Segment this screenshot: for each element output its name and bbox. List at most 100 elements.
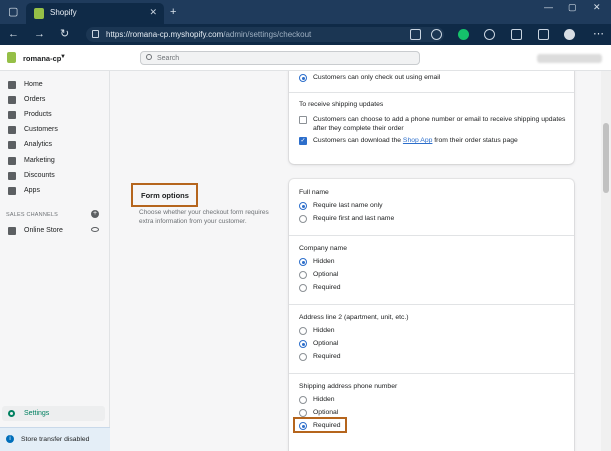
- radio-button[interactable]: [299, 74, 307, 82]
- store-transfer-banner: i Store transfer disabled: [0, 427, 110, 451]
- window-close-icon[interactable]: ✕: [593, 2, 601, 13]
- new-tab-icon[interactable]: +: [170, 5, 176, 19]
- form-options-highlight: Form options: [131, 183, 198, 207]
- option-label: Require last name only: [313, 202, 383, 209]
- option-label: Optional: [313, 271, 339, 278]
- chevron-down-icon[interactable]: ▼: [60, 54, 66, 60]
- option-label: Required: [313, 353, 341, 360]
- divider: [289, 92, 574, 93]
- favorite-icon[interactable]: [431, 29, 442, 40]
- form-options-description: Choose whether your checkout form requir…: [139, 209, 269, 225]
- required-highlight: [293, 417, 347, 433]
- gear-icon: [8, 410, 15, 417]
- search-placeholder: Search: [157, 55, 180, 62]
- store-icon: [8, 227, 16, 235]
- radio-button[interactable]: [299, 258, 307, 266]
- shopify-favicon-icon: [34, 8, 44, 19]
- sidebar-item-analytics[interactable]: Analytics: [8, 139, 104, 151]
- store-transfer-text: Store transfer disabled: [21, 436, 90, 443]
- option-label: Hidden: [313, 258, 335, 265]
- option-label-suffix: from their order status page: [432, 137, 518, 144]
- page-scrollbar[interactable]: [601, 71, 611, 451]
- divider: [289, 373, 574, 374]
- read-aloud-icon[interactable]: [410, 29, 421, 40]
- shopify-logo-icon: [7, 52, 16, 63]
- sidebar-item-online-store[interactable]: Online Store: [8, 225, 104, 237]
- close-tab-icon[interactable]: ✕: [149, 7, 157, 18]
- extension-icon[interactable]: [484, 29, 495, 40]
- sidebar-item-label: Analytics: [24, 141, 53, 148]
- radio-button[interactable]: [299, 353, 307, 361]
- shopify-top-bar: romana-cp ▼ Search: [0, 45, 611, 71]
- radio-button[interactable]: [299, 409, 307, 417]
- search-icon: [146, 54, 152, 60]
- url-host: https://romana-cp.myshopify.com: [106, 30, 224, 39]
- orders-icon: [8, 96, 16, 104]
- sidebar: Home Orders Products Customers Analytics…: [0, 71, 110, 451]
- sidebar-item-label: Marketing: [24, 157, 55, 164]
- sidebar-item-settings[interactable]: Settings: [2, 406, 105, 421]
- browser-tab[interactable]: Shopify ✕: [26, 3, 164, 24]
- info-icon: i: [6, 435, 14, 443]
- company-name-label: Company name: [299, 245, 347, 252]
- sidebar-item-home[interactable]: Home: [8, 79, 104, 91]
- search-input[interactable]: Search: [140, 51, 420, 65]
- option-label: Customers can download the: [313, 137, 403, 144]
- sidebar-item-orders[interactable]: Orders: [8, 94, 104, 106]
- sidebar-item-label: Products: [24, 111, 52, 118]
- chart-icon: [8, 141, 16, 149]
- profile-avatar[interactable]: [564, 29, 575, 40]
- grammarly-icon[interactable]: [458, 29, 469, 40]
- add-sales-channel-icon[interactable]: +: [91, 210, 99, 218]
- divider: [289, 235, 574, 236]
- radio-button[interactable]: [299, 284, 307, 292]
- sidebar-item-label: Customers: [24, 126, 58, 133]
- eye-icon[interactable]: [91, 227, 99, 232]
- radio-button[interactable]: [299, 340, 307, 348]
- more-menu-icon[interactable]: ⋯: [593, 28, 604, 41]
- forward-icon[interactable]: →: [34, 28, 45, 41]
- sidebar-item-marketing[interactable]: Marketing: [8, 155, 104, 167]
- sales-channels-heading: SALES CHANNELS: [6, 212, 59, 218]
- address-line2-label: Address line 2 (apartment, unit, etc.): [299, 314, 409, 321]
- sidebar-item-discounts[interactable]: Discounts: [8, 170, 104, 182]
- url-field[interactable]: https://romana-cp.myshopify.com/admin/se…: [86, 27, 444, 42]
- radio-button[interactable]: [299, 202, 307, 210]
- option-label: Hidden: [313, 327, 335, 334]
- checkbox-checked[interactable]: ✓: [299, 137, 307, 145]
- radio-button[interactable]: [299, 271, 307, 279]
- refresh-icon[interactable]: ↻: [60, 28, 69, 41]
- back-icon[interactable]: ←: [8, 28, 19, 41]
- home-icon: [8, 81, 16, 89]
- option-label: Require first and last name: [313, 215, 395, 222]
- minimize-icon[interactable]: —: [544, 2, 553, 12]
- maximize-icon[interactable]: ▢: [568, 2, 577, 13]
- shop-app-link[interactable]: Shop App: [403, 137, 432, 144]
- apps-icon: [8, 187, 16, 195]
- sidebar-item-label: Apps: [24, 187, 40, 194]
- option-label: Hidden: [313, 396, 335, 403]
- sidebar-item-apps[interactable]: Apps: [8, 185, 104, 197]
- tab-actions-icon[interactable]: ▢: [8, 5, 18, 19]
- account-menu[interactable]: [537, 54, 602, 63]
- main-content: Customers can only check out using email…: [111, 71, 601, 451]
- scrollbar-thumb[interactable]: [603, 123, 609, 193]
- divider: [289, 304, 574, 305]
- full-name-label: Full name: [299, 189, 329, 196]
- favorites-bar-icon[interactable]: [511, 29, 522, 40]
- store-name[interactable]: romana-cp: [23, 54, 61, 63]
- option-label: Optional: [313, 340, 339, 347]
- lock-icon: [92, 30, 99, 38]
- customer-contact-card: Customers can only check out using email…: [289, 71, 574, 164]
- checkbox[interactable]: [299, 116, 307, 124]
- collections-icon[interactable]: [538, 29, 549, 40]
- address-bar-row: ← → ↻ https://romana-cp.myshopify.com/ad…: [0, 24, 611, 45]
- radio-button[interactable]: [299, 396, 307, 404]
- sidebar-item-customers[interactable]: Customers: [8, 124, 104, 136]
- shipping-updates-title: To receive shipping updates: [299, 101, 384, 108]
- radio-button[interactable]: [299, 215, 307, 223]
- radio-button[interactable]: [299, 327, 307, 335]
- option-label: Optional: [313, 409, 339, 416]
- person-icon: [8, 126, 16, 134]
- sidebar-item-products[interactable]: Products: [8, 109, 104, 121]
